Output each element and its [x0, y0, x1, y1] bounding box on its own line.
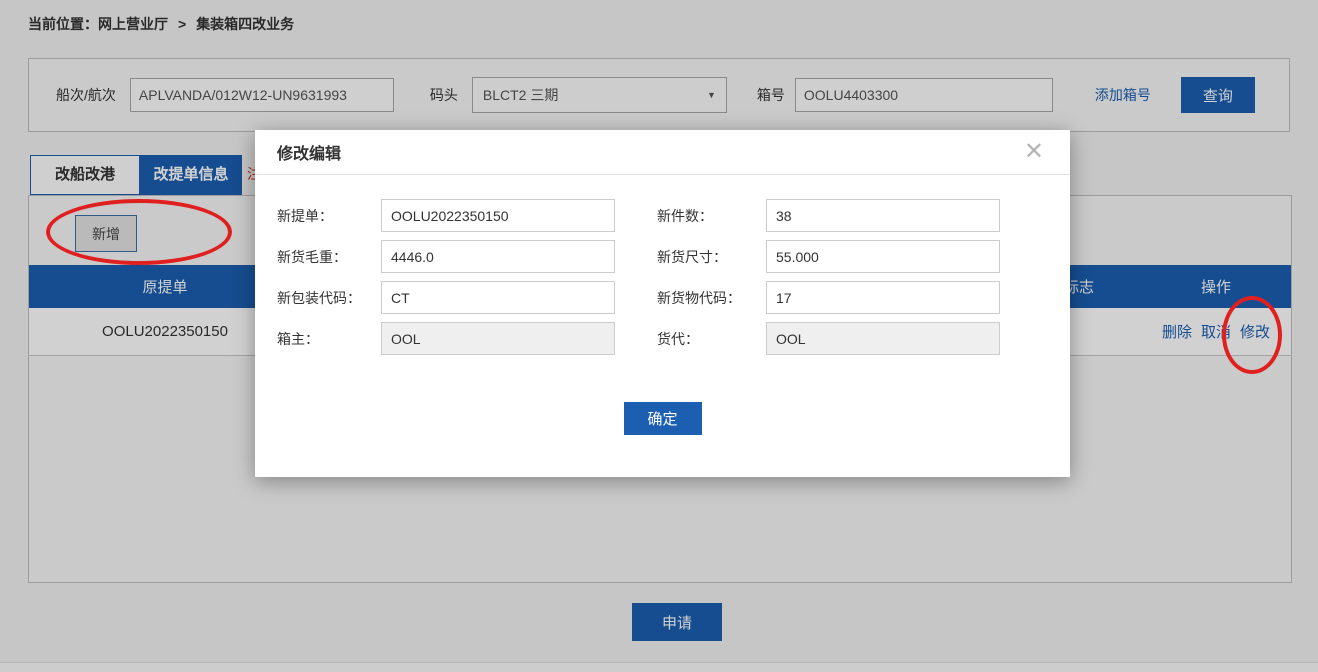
new-gross-weight-label: 新货毛重： — [277, 247, 381, 267]
new-cargo-code-input[interactable] — [766, 281, 1000, 314]
modal-title: 修改编辑 — [277, 140, 341, 164]
container-owner-label: 箱主： — [277, 329, 381, 349]
new-bl-label: 新提单： — [277, 206, 381, 226]
new-pieces-label: 新件数： — [657, 206, 766, 226]
edit-modal: 修改编辑 ✕ 新提单： 新件数： 新货毛重： 新货尺寸： 新包装代码： 新货物代… — [255, 130, 1070, 477]
new-package-code-label: 新包装代码： — [277, 288, 381, 308]
modal-form-row: 箱主： 货代： — [277, 322, 1048, 355]
confirm-button[interactable]: 确定 — [624, 402, 702, 435]
modal-header: 修改编辑 — [255, 130, 1070, 175]
new-cargo-code-label: 新货物代码： — [657, 288, 766, 308]
modal-body: 新提单： 新件数： 新货毛重： 新货尺寸： 新包装代码： 新货物代码： 箱主： … — [255, 175, 1070, 435]
modal-form-row: 新包装代码： 新货物代码： — [277, 281, 1048, 314]
new-package-code-input[interactable] — [381, 281, 615, 314]
new-bl-input[interactable] — [381, 199, 615, 232]
new-measurement-label: 新货尺寸： — [657, 247, 766, 267]
new-measurement-input[interactable] — [766, 240, 1000, 273]
forwarder-input — [766, 322, 1000, 355]
modal-form-row: 新货毛重： 新货尺寸： — [277, 240, 1048, 273]
container-owner-input — [381, 322, 615, 355]
new-pieces-input[interactable] — [766, 199, 1000, 232]
new-gross-weight-input[interactable] — [381, 240, 615, 273]
modal-form-row: 新提单： 新件数： — [277, 199, 1048, 232]
forwarder-label: 货代： — [657, 329, 766, 349]
close-icon[interactable]: ✕ — [1024, 138, 1044, 167]
